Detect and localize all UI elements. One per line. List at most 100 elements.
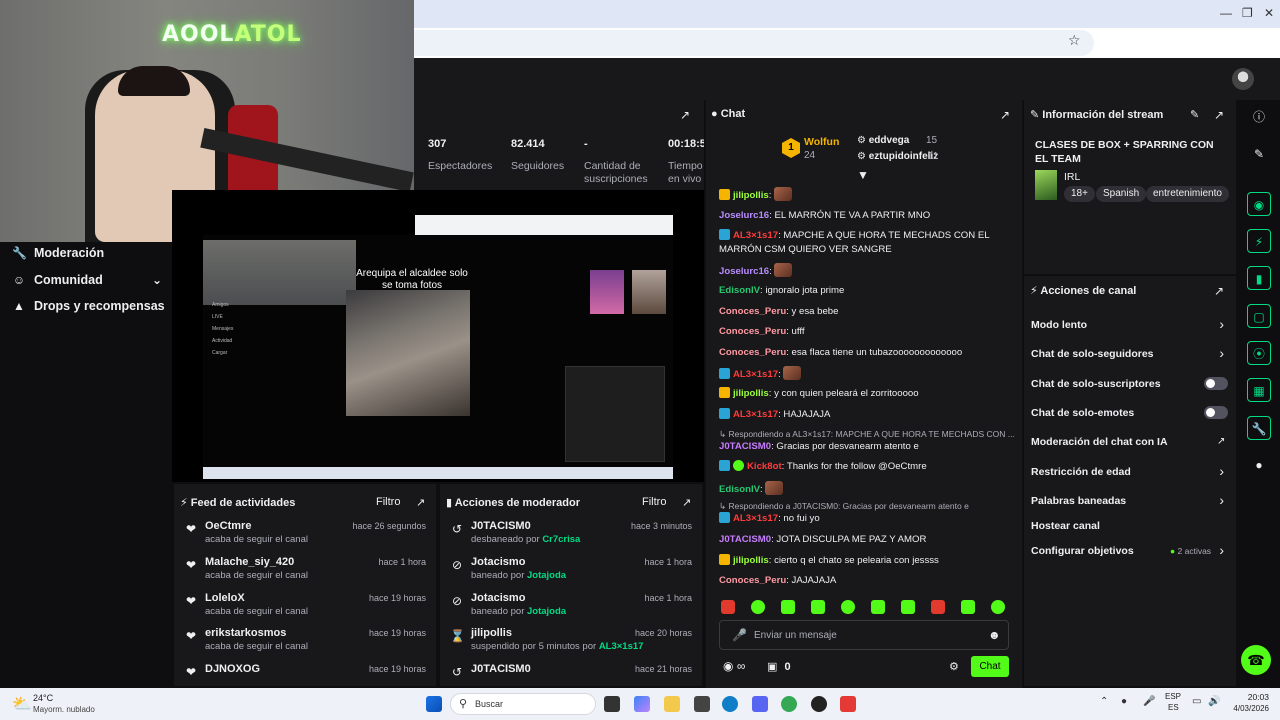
leader-first-name[interactable]: Wolfun xyxy=(804,136,839,148)
obs-icon[interactable] xyxy=(811,696,827,712)
task-view-icon[interactable] xyxy=(604,696,620,712)
emoji-icon[interactable]: ☻ xyxy=(988,628,1001,642)
send-chat-button[interactable]: Chat xyxy=(971,656,1009,677)
edge-icon[interactable] xyxy=(722,696,738,712)
copilot-icon[interactable] xyxy=(634,696,650,712)
microphone-tray-icon[interactable]: 🎤 xyxy=(1143,696,1155,707)
subs-only-toggle[interactable] xyxy=(1204,377,1228,390)
minimize-button[interactable]: — xyxy=(1220,6,1232,20)
network-icon[interactable]: ▭ xyxy=(1192,696,1201,707)
modact-row-name[interactable]: Jotacismo xyxy=(471,592,525,604)
clock-time[interactable]: 20:03 xyxy=(1233,692,1269,702)
support-headset-icon[interactable]: ☎ xyxy=(1241,645,1271,675)
feed-filter-button[interactable]: Filtro xyxy=(376,496,400,508)
document-icon[interactable]: ▮ xyxy=(1247,266,1271,290)
close-window-button[interactable]: ✕ xyxy=(1264,6,1274,20)
pencil-icon[interactable]: ✎ xyxy=(1247,142,1271,166)
action-ai-moderation[interactable]: Moderación del chat con IA xyxy=(1031,436,1168,448)
expand-icon[interactable]: ▼ xyxy=(857,168,869,182)
popout-icon[interactable]: ↗ xyxy=(1214,284,1224,298)
tray-chevron-icon[interactable]: ⌃ xyxy=(1100,696,1108,707)
popout-icon[interactable]: ↗ xyxy=(680,108,690,122)
popout-icon[interactable]: ↗ xyxy=(416,496,425,509)
volume-icon[interactable]: 🔊 xyxy=(1208,696,1220,707)
chrome-icon[interactable] xyxy=(781,696,797,712)
popout-icon[interactable]: ↗ xyxy=(682,496,691,509)
infinity-points[interactable]: ◉ ∞ xyxy=(723,659,745,673)
chevron-right-icon[interactable]: › xyxy=(1219,492,1224,508)
modact-row-name[interactable]: Jotacismo xyxy=(471,556,525,568)
leader-third-name[interactable]: ⚙ eztupidoinfeliz xyxy=(857,151,938,162)
windows-start-icon[interactable] xyxy=(426,696,442,712)
action-slow-mode[interactable]: Modo lento xyxy=(1031,319,1087,331)
url-field[interactable] xyxy=(414,30,1094,56)
feed-row-name[interactable]: DJNOXOG xyxy=(205,663,260,675)
modact-row-name[interactable]: jilipollis xyxy=(471,627,512,639)
action-banned-words[interactable]: Palabras baneadas xyxy=(1031,495,1126,507)
wrench-icon[interactable]: 🔧 xyxy=(1247,416,1271,440)
actions-title: ⚡ Acciones de canal xyxy=(1030,285,1137,297)
settings-gear-icon[interactable]: ⚙ xyxy=(949,660,959,673)
discord-icon[interactable] xyxy=(752,696,768,712)
camera-icon[interactable]: ◉ xyxy=(1247,192,1271,216)
chat-input[interactable]: 🎤 Enviar un mensaje ☻ xyxy=(719,620,1009,650)
feed-row-name[interactable]: LoleloX xyxy=(205,592,245,604)
file-explorer-icon[interactable] xyxy=(664,696,680,712)
action-host-channel[interactable]: Hostear canal xyxy=(1031,520,1100,532)
leader-second-name[interactable]: ⚙ eddvega xyxy=(857,135,909,146)
microphone-icon[interactable]: 🎤 xyxy=(732,628,747,642)
weather-temp[interactable]: 24°C xyxy=(33,693,53,703)
modact-filter-button[interactable]: Filtro xyxy=(642,496,666,508)
layout-icon[interactable]: ▦ xyxy=(1247,378,1271,402)
modact-row-by[interactable]: Cr7crisa xyxy=(542,534,580,545)
popout-icon[interactable]: ↗ xyxy=(1000,108,1010,122)
modact-row-by[interactable]: Jotajoda xyxy=(527,570,566,581)
action-followers-only[interactable]: Chat de solo-seguidores xyxy=(1031,348,1154,360)
popout-icon[interactable]: ↗ xyxy=(1214,108,1224,122)
modact-row-by[interactable]: AL3×1s17 xyxy=(599,641,644,652)
action-age-restriction[interactable]: Restricción de edad xyxy=(1031,466,1131,478)
chat-bubble-icon[interactable]: ▢ xyxy=(1247,304,1271,328)
tag-badge[interactable]: entretenimiento xyxy=(1146,186,1229,202)
tray-app-icon[interactable]: ● xyxy=(1121,696,1127,707)
store-icon[interactable] xyxy=(694,696,710,712)
chevron-right-icon[interactable]: › xyxy=(1219,316,1224,332)
category-image[interactable] xyxy=(1035,170,1057,200)
points-counter[interactable]: ▣ 0 xyxy=(767,660,791,673)
taskbar-search[interactable]: ⚲ Buscar xyxy=(450,693,596,715)
category-label[interactable]: IRL xyxy=(1064,171,1080,183)
info-icon[interactable]: ⓘ xyxy=(1247,105,1271,129)
modact-row-name[interactable]: J0TACISM0 xyxy=(471,663,531,675)
chevron-right-icon[interactable]: › xyxy=(1219,345,1224,361)
maximize-button[interactable]: ❐ xyxy=(1242,6,1253,20)
broadcast-icon[interactable]: ⦿ xyxy=(1247,341,1271,365)
emote-bar[interactable] xyxy=(721,600,1011,616)
sidebar-item-moderacion[interactable]: 🔧 Moderación xyxy=(12,246,104,260)
weather-icon[interactable]: ⛅ xyxy=(12,694,32,714)
app-red-icon[interactable] xyxy=(840,696,856,712)
feed-row-name[interactable]: Malache_siy_420 xyxy=(205,556,294,568)
feed-row-name[interactable]: erikstarkosmos xyxy=(205,627,286,639)
emotes-only-toggle[interactable] xyxy=(1204,406,1228,419)
chevron-right-icon[interactable]: › xyxy=(1219,463,1224,479)
feed-row-name[interactable]: OeCtmre xyxy=(205,520,251,532)
sidebar-item-drops[interactable]: ▲ Drops y recompensas xyxy=(12,299,165,313)
tag-badge[interactable]: 18+ xyxy=(1064,186,1095,202)
coins-icon[interactable]: ● xyxy=(1247,453,1271,477)
sidebar-item-comunidad[interactable]: ☺ Comunidad ⌄ xyxy=(12,273,162,287)
bookmark-star-icon[interactable]: ☆ xyxy=(1068,32,1081,49)
browser-address-bar[interactable]: ☆ □ ☰ ⋮ xyxy=(414,28,1280,77)
language-indicator[interactable]: ESP xyxy=(1165,692,1181,701)
chevron-right-icon[interactable]: › xyxy=(1219,542,1224,558)
edit-pencil-icon[interactable]: ✎ xyxy=(1190,108,1199,121)
stream-preview[interactable]: Arequipa el alcaldee solo se toma fotos … xyxy=(172,190,704,482)
modact-row-by[interactable]: Jotajoda xyxy=(527,606,566,617)
tag-badge[interactable]: Spanish xyxy=(1096,186,1147,202)
clock-date[interactable]: 4/03/2026 xyxy=(1225,704,1269,713)
user-avatar[interactable] xyxy=(1232,68,1254,90)
external-link-icon[interactable]: ↗ xyxy=(1217,436,1225,447)
modact-row-name[interactable]: J0TACISM0 xyxy=(471,520,531,532)
lightning-icon[interactable]: ⚡ xyxy=(1247,229,1271,253)
leader-second-score: 15 xyxy=(926,135,938,146)
action-goals[interactable]: Configurar objetivos xyxy=(1031,545,1134,557)
